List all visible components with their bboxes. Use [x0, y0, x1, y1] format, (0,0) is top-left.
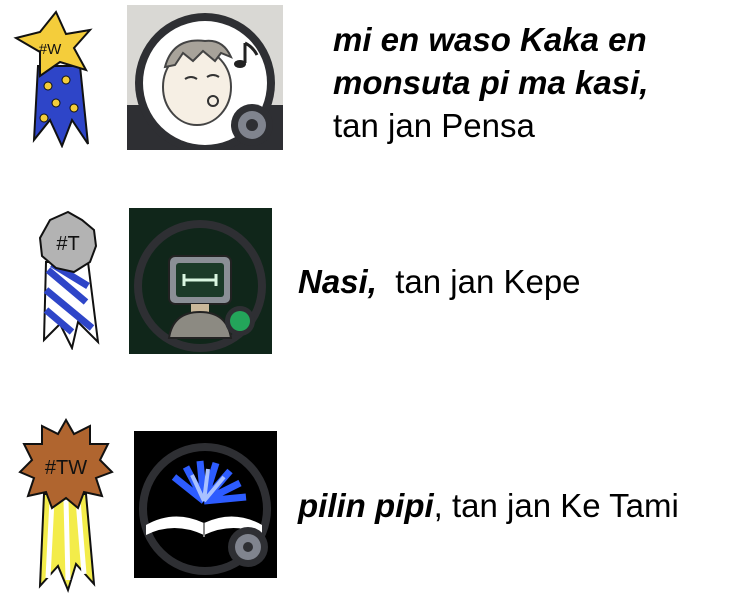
- entry-caption: Nasi, tan jan Kepe: [298, 260, 581, 303]
- award-ribbon-icon: #TW: [18, 417, 114, 594]
- entry-title: Nasi,: [298, 263, 377, 300]
- badge-label: #TW: [45, 457, 87, 479]
- entry-byline: , tan jan Ke Tami: [433, 487, 679, 524]
- entry-byline: tan jan Kepe: [395, 263, 581, 300]
- badge-label: #W: [39, 41, 62, 58]
- entry-byline: tan jan Pensa: [333, 107, 535, 144]
- avatar[interactable]: [127, 5, 283, 150]
- entry-title: pilin pipi: [298, 487, 434, 524]
- status-indicator: [230, 311, 250, 331]
- avatar[interactable]: [129, 208, 272, 354]
- avatar[interactable]: [134, 431, 277, 578]
- award-ribbon-icon: #T: [32, 210, 104, 351]
- entry-caption: pilin pipi, tan jan Ke Tami: [298, 484, 679, 527]
- entry-title-line2: monsuta pi ma kasi,: [333, 64, 649, 101]
- badge-label: #T: [56, 233, 79, 255]
- entry-title-line1: mi en waso Kaka en: [333, 21, 647, 58]
- entry-caption: mi en waso Kaka en monsuta pi ma kasi, t…: [333, 18, 648, 147]
- award-ribbon-icon: #W: [10, 8, 96, 149]
